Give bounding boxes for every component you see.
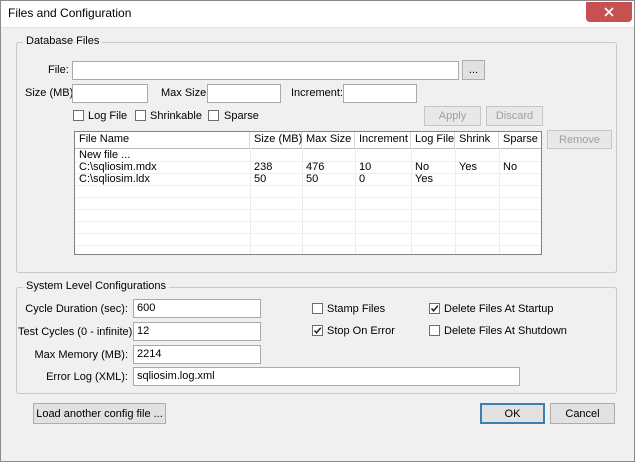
col-header-log-file[interactable]: Log File [411, 132, 455, 148]
shrinkable-label: Shrinkable [150, 110, 202, 122]
files-grid[interactable]: File Name Size (MB) Max Size Increment L… [74, 131, 542, 255]
col-header-sparse[interactable]: Sparse [499, 132, 541, 148]
cell-shrink: Yes [459, 161, 477, 173]
col-header-increment[interactable]: Increment [355, 132, 411, 148]
cell-sparse: No [503, 161, 518, 173]
cancel-button[interactable]: Cancel [550, 403, 615, 424]
test-cycles-label: Test Cycles (0 - infinite): [18, 326, 136, 338]
max-memory-input[interactable]: 2214 [133, 345, 261, 364]
cell-max-size: 476 [306, 161, 325, 173]
col-header-shrink[interactable]: Shrink [455, 132, 499, 148]
size-label: Size (MB): [25, 87, 77, 99]
increment-label: Increment: [291, 87, 343, 99]
increment-input[interactable] [343, 84, 417, 103]
col-header-file-name[interactable]: File Name [75, 132, 250, 148]
shrinkable-checkbox[interactable] [135, 110, 146, 121]
stamp-files-checkbox[interactable] [312, 303, 323, 314]
file-input[interactable] [72, 61, 459, 80]
cell-shrink [455, 173, 499, 185]
sparse-checkbox[interactable] [208, 110, 219, 121]
cell-increment: 10 [359, 161, 372, 173]
size-input[interactable] [72, 84, 148, 103]
file-label: File: [48, 64, 69, 76]
window-title: Files and Configuration [8, 6, 132, 20]
close-button[interactable] [586, 2, 632, 22]
browse-button[interactable]: ... [462, 60, 485, 80]
cell-size: 238 [254, 161, 273, 173]
close-icon [604, 7, 614, 17]
database-files-legend: Database Files [23, 35, 103, 47]
cell-file-name: C:\sqliosim.ldx [79, 173, 150, 185]
cell-file-name: New file ... [79, 149, 131, 161]
cell-size: 50 [254, 173, 267, 185]
col-header-max-size[interactable]: Max Size [302, 132, 355, 148]
error-log-input[interactable]: sqliosim.log.xml [133, 367, 520, 386]
delete-at-startup-label: Delete Files At Startup [444, 303, 554, 315]
stop-on-error-label: Stop On Error [327, 325, 395, 337]
max-size-input[interactable] [207, 84, 281, 103]
cell-log-file: Yes [415, 173, 433, 185]
cycle-duration-input[interactable]: 600 [133, 299, 261, 318]
cell-sparse [499, 173, 541, 185]
delete-at-shutdown-checkbox[interactable] [429, 325, 440, 336]
apply-button[interactable]: Apply [424, 106, 481, 126]
cell-increment: 0 [359, 173, 366, 185]
grid-header: File Name Size (MB) Max Size Increment L… [75, 132, 541, 149]
load-config-button[interactable]: Load another config file ... [33, 403, 166, 424]
stop-on-error-checkbox[interactable] [312, 325, 323, 336]
cell-max-size: 50 [306, 173, 319, 185]
title-bar[interactable]: Files and Configuration [1, 1, 634, 28]
cycle-duration-label: Cycle Duration (sec): [25, 303, 128, 315]
log-file-checkbox[interactable] [73, 110, 84, 121]
ok-button[interactable]: OK [480, 403, 545, 424]
files-config-dialog: Files and Configuration Database Files F… [0, 0, 635, 462]
remove-button[interactable]: Remove [547, 130, 612, 149]
max-memory-label: Max Memory (MB): [34, 349, 129, 361]
col-header-size[interactable]: Size (MB) [250, 132, 302, 148]
discard-button[interactable]: Discard [486, 106, 543, 126]
delete-at-shutdown-label: Delete Files At Shutdown [444, 325, 567, 337]
delete-at-startup-checkbox[interactable] [429, 303, 440, 314]
system-config-legend: System Level Configurations [23, 280, 170, 292]
stamp-files-label: Stamp Files [327, 303, 386, 315]
sparse-label: Sparse [224, 110, 259, 122]
log-file-label: Log File [88, 110, 128, 122]
error-log-label: Error Log (XML): [46, 371, 128, 383]
cell-log-file: No [415, 161, 430, 173]
empty-row [75, 233, 541, 246]
cell-file-name: C:\sqliosim.mdx [79, 161, 157, 173]
max-size-label: Max Size: [161, 87, 210, 99]
test-cycles-input[interactable]: 12 [133, 322, 261, 341]
